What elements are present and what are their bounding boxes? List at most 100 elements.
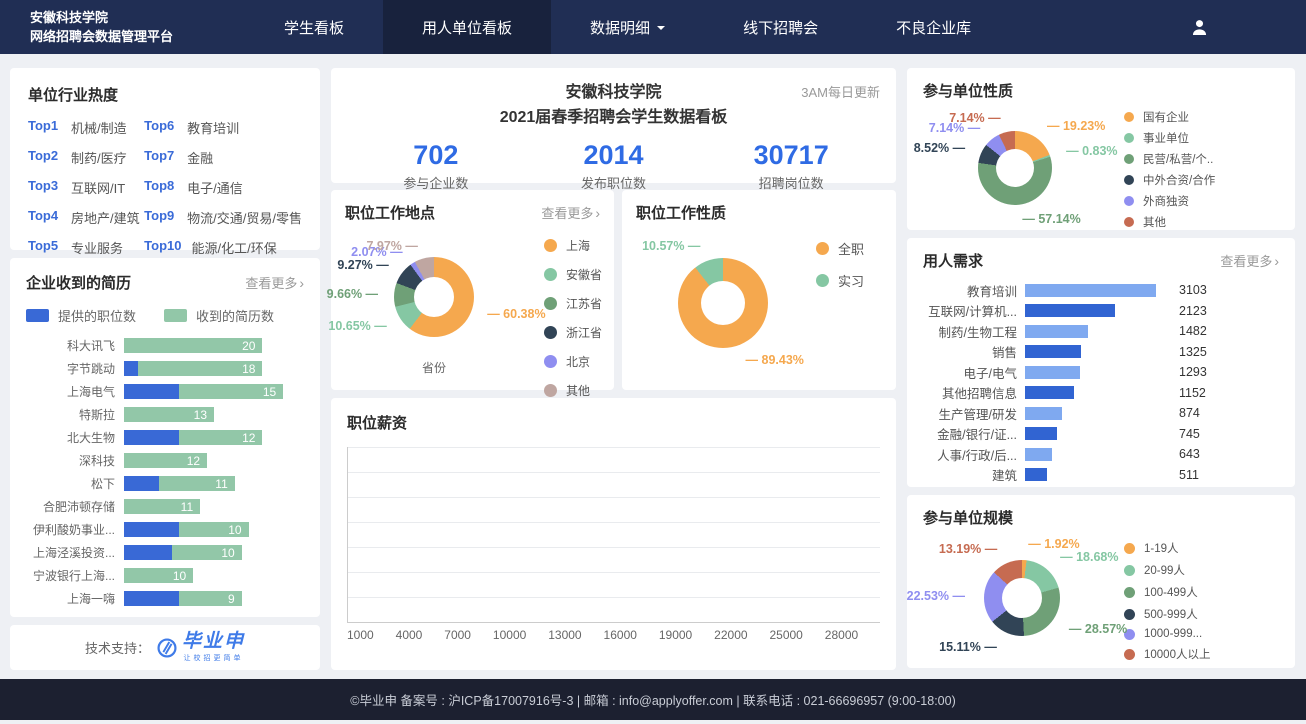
resume-row: 科大讯飞20 <box>26 334 304 357</box>
legend-item[interactable]: 国有企业 <box>1124 109 1215 125</box>
x-tick-label <box>803 628 814 642</box>
x-tick-label: 16000 <box>604 628 637 642</box>
legend-item[interactable]: 安徽省 <box>544 266 602 283</box>
industry-item: Top8电子/通信 <box>144 178 302 197</box>
x-axis-label: 省份 <box>422 359 446 376</box>
nav-item-student-board[interactable]: 学生看板 <box>245 0 383 54</box>
nav-item-bad-company[interactable]: 不良企业库 <box>857 0 1010 54</box>
industry-item: Top9物流/交通/贸易/零售 <box>144 208 302 227</box>
job-location-more-link[interactable]: 查看更多› <box>541 203 600 222</box>
x-tick-label <box>422 628 433 642</box>
demand-row: 互联网/计算机...2123 <box>923 301 1279 322</box>
industry-item: Top10能源/化工/环保 <box>144 238 302 257</box>
demand-more-link[interactable]: 查看更多› <box>1220 251 1279 270</box>
unit-nature-card: 参与单位性质 国有企业事业单位民营/私营/个..中外合资/合作外商独资其他 — … <box>907 68 1295 230</box>
legend-item[interactable]: 其他 <box>1124 214 1215 230</box>
legend-item[interactable]: 其他 <box>544 382 602 399</box>
nav-item-offline-fair[interactable]: 线下招聘会 <box>704 0 857 54</box>
x-tick-label: 7000 <box>444 628 471 642</box>
legend-item[interactable]: 100-499人 <box>1124 584 1210 600</box>
legend-item[interactable]: 上海 <box>544 237 602 254</box>
x-tick-label <box>637 628 648 642</box>
donut-percent-label: — 28.57% <box>1069 622 1127 636</box>
legend-item[interactable]: 中外合资/合作 <box>1124 172 1215 188</box>
job-location-title: 职位工作地点 <box>345 202 435 223</box>
demand-row: 教育培训3103 <box>923 280 1279 301</box>
donut-percent-label: — 18.68% <box>1060 550 1118 564</box>
x-tick-label <box>703 628 714 642</box>
x-tick-label: 25000 <box>769 628 802 642</box>
x-tick-label <box>537 628 548 642</box>
donut-percent-label: 10.65% — <box>328 319 386 333</box>
resume-row: 宁波银行上海...10 <box>26 564 304 587</box>
donut-percent-label: — 60.38% <box>487 307 545 321</box>
industry-item: Top2制药/医疗 <box>28 148 144 167</box>
legend-item[interactable]: 收到的简历数 <box>164 306 274 325</box>
resume-row: 上海电气15 <box>26 380 304 403</box>
legend-item[interactable]: 北京 <box>544 353 602 370</box>
legend-item[interactable]: 10000人以上 <box>1124 646 1210 662</box>
company-resumes-more-link[interactable]: 查看更多› <box>245 273 304 292</box>
right-column: 参与单位性质 国有企业事业单位民营/私营/个..中外合资/合作外商独资其他 — … <box>907 68 1295 670</box>
unit-nature-donut: 国有企业事业单位民营/私营/个..中外合资/合作外商独资其他 — 19.23%—… <box>923 105 1279 223</box>
legend-item[interactable]: 提供的职位数 <box>26 306 136 325</box>
demand-row: 人事/行政/后...643 <box>923 444 1279 465</box>
job-location-card: 职位工作地点 查看更多› 上海安徽省江苏省浙江省北京其他 省份 — 60.38%… <box>331 190 614 390</box>
legend-item[interactable]: 20-99人 <box>1124 562 1210 578</box>
demand-row: 金融/银行/证...745 <box>923 424 1279 445</box>
donut-percent-label: 13.19% — <box>939 542 997 556</box>
industry-heat-title: 单位行业热度 <box>28 84 302 105</box>
salary-card: 职位薪资 10004000700010000130001600019000220… <box>331 398 896 670</box>
x-tick-label <box>692 628 703 642</box>
donut-percent-label: 15.11% — <box>939 640 997 654</box>
legend-item[interactable]: 500-999人 <box>1124 606 1210 622</box>
legend-item[interactable]: 外商独资 <box>1124 193 1215 209</box>
user-icon[interactable] <box>1189 17 1210 38</box>
industry-item: Top1机械/制造 <box>28 118 144 137</box>
overview-card: 3AM每日更新 安徽科技学院 2021届春季招聘会学生数据看板 702参与企业数… <box>331 68 896 183</box>
job-nature-legend: 全职实习 <box>816 239 864 290</box>
resume-row: 特斯拉13 <box>26 403 304 426</box>
company-resumes-title: 企业收到的简历 <box>26 272 131 293</box>
chevron-right-icon: › <box>299 275 304 291</box>
resume-bar-chart: 科大讯飞20字节跳动18上海电气15特斯拉13北大生物12深科技12松下11合肥… <box>26 334 304 610</box>
legend-item[interactable]: 江苏省 <box>544 295 602 312</box>
legend-item[interactable]: 1000-999... <box>1124 628 1210 640</box>
x-tick-label <box>648 628 659 642</box>
legend-item[interactable]: 民营/私营/个.. <box>1124 151 1215 167</box>
biyeshen-logo-text: 毕业申 <box>182 632 245 651</box>
job-location-legend: 上海安徽省江苏省浙江省北京其他 <box>544 237 602 399</box>
nav-item-data-detail[interactable]: 数据明细 <box>551 0 704 54</box>
company-resumes-card: 企业收到的简历 查看更多› 提供的职位数 收到的简历数 科大讯飞20字节跳动18上… <box>10 258 320 617</box>
resume-row: 松下11 <box>26 472 304 495</box>
legend-item[interactable]: 事业单位 <box>1124 130 1215 146</box>
donut-percent-label: 10.57% — <box>642 239 700 253</box>
job-nature-card: 职位工作性质 全职实习 — 89.43%10.57% — <box>622 190 896 390</box>
legend-item[interactable]: 全职 <box>816 239 864 258</box>
dashboard-title: 安徽科技学院 2021届春季招聘会学生数据看板 <box>347 81 880 131</box>
job-nature-donut: 全职实习 — 89.43%10.57% — <box>636 227 882 382</box>
biyeshen-logo-tagline: 让校招更简单 <box>184 653 244 663</box>
kpi-published-positions: 2014发布职位数 <box>525 140 703 192</box>
x-tick-label <box>374 628 385 642</box>
donut-percent-label: — 0.83% <box>1066 144 1117 158</box>
kpi-stats: 702参与企业数 2014发布职位数 30717招聘岗位数 <box>347 140 880 192</box>
x-tick-label: 10000 <box>493 628 526 642</box>
donut-percent-label: 8.52% — <box>914 141 965 155</box>
legend-item[interactable]: 1-19人 <box>1124 540 1210 556</box>
donut-percent-label: — 57.14% <box>1022 212 1080 226</box>
x-tick-label <box>526 628 537 642</box>
left-column: 单位行业热度 Top1机械/制造 Top2制药/医疗 Top3互联网/IT To… <box>10 68 320 670</box>
legend-item[interactable]: 浙江省 <box>544 324 602 341</box>
unit-scale-legend: 1-19人 20-99人 100-499人 500-999人 1000-999... 10… <box>1124 540 1210 662</box>
brand-line2: 网络招聘会数据管理平台 <box>30 27 173 47</box>
legend-item[interactable]: 实习 <box>816 271 864 290</box>
chevron-right-icon: › <box>595 205 600 221</box>
demand-row: 生产管理/研发874 <box>923 403 1279 424</box>
x-tick-label <box>814 628 825 642</box>
chevron-right-icon: › <box>1274 253 1279 269</box>
resume-row: 字节跳动18 <box>26 357 304 380</box>
center-column: 3AM每日更新 安徽科技学院 2021届春季招聘会学生数据看板 702参与企业数… <box>331 68 896 670</box>
x-tick-label <box>869 628 880 642</box>
nav-item-employer-board[interactable]: 用人单位看板 <box>383 0 551 54</box>
